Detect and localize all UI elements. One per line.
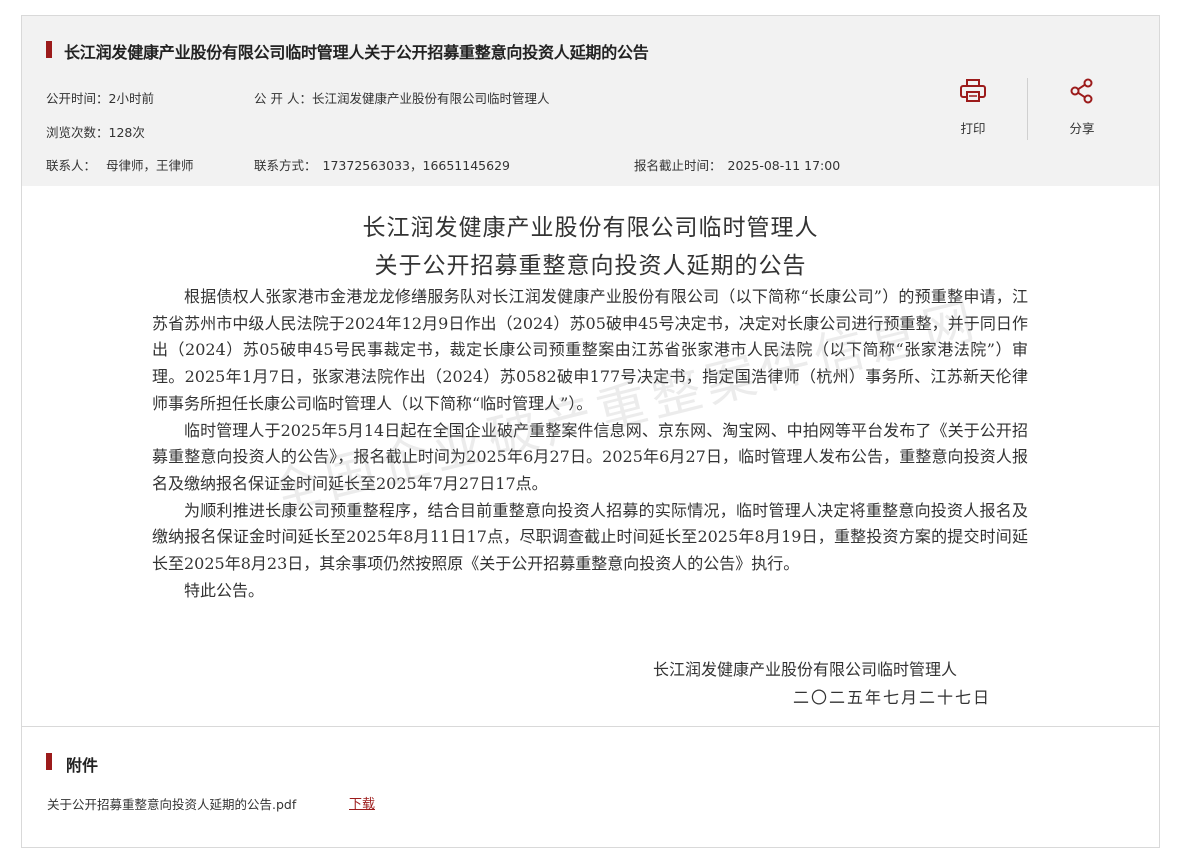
- title-accent-bar: [46, 41, 52, 58]
- attachment-accent-bar: [46, 753, 52, 770]
- publish-time-value: 2小时前: [108, 91, 154, 106]
- document-paragraph: 临时管理人于2025年5月14日起在全国企业破产重整案件信息网、京东网、淘宝网、…: [152, 420, 1028, 493]
- share-icon: [1070, 78, 1093, 104]
- print-button[interactable]: 打印: [943, 78, 1003, 137]
- contact-person-label: 联系人：: [46, 158, 97, 173]
- print-label: 打印: [960, 121, 986, 136]
- document-paragraph: 根据债权人张家港市金港龙龙修缮服务队对长江润发健康产业股份有限公司（以下简称“长…: [152, 287, 1028, 413]
- section-divider: [22, 726, 1159, 727]
- document-date: 二〇二五年七月二十七日: [793, 688, 992, 707]
- registration-deadline-value: 2025-08-11 17:00: [727, 158, 841, 173]
- publisher: 公 开 人：长江润发健康产业股份有限公司临时管理人: [254, 88, 549, 107]
- document-paragraph: 特此公告。: [184, 580, 265, 600]
- share-button[interactable]: 分享: [1052, 78, 1112, 137]
- announcement-title: 长江润发健康产业股份有限公司临时管理人关于公开招募重整意向投资人延期的公告: [64, 43, 649, 62]
- registration-deadline: 报名截止时间： 2025-08-11 17:00: [634, 155, 840, 174]
- registration-deadline-label: 报名截止时间：: [634, 158, 722, 173]
- announcement-header: 长江润发健康产业股份有限公司临时管理人关于公开招募重整意向投资人延期的公告 公开…: [22, 16, 1159, 186]
- attachment-section-title: 附件: [66, 756, 99, 775]
- publish-time-label: 公开时间：: [46, 91, 109, 106]
- view-count-label: 浏览次数：: [46, 125, 109, 140]
- contact-person: 联系人： 母律师，王律师: [46, 155, 194, 174]
- share-label: 分享: [1069, 121, 1095, 136]
- attachment-download-link[interactable]: 下载: [349, 793, 375, 812]
- attachment-file-name: 关于公开招募重整意向投资人延期的公告.pdf: [47, 797, 297, 812]
- document-paragraph: 为顺利推进长康公司预重整程序，结合目前重整意向投资人招募的实际情况，临时管理人决…: [152, 500, 1028, 574]
- publisher-label: 公 开 人：: [254, 91, 312, 106]
- printer-icon: [960, 79, 986, 102]
- view-count: 浏览次数：128次: [46, 122, 145, 141]
- contact-phone-label: 联系方式：: [254, 158, 317, 173]
- announcement-card: 长江润发健康产业股份有限公司临时管理人关于公开招募重整意向投资人延期的公告 公开…: [21, 15, 1160, 848]
- contact-phone: 联系方式： 17372563033，16651145629: [254, 155, 510, 174]
- document-title-line1: 长江润发健康产业股份有限公司临时管理人: [362, 215, 819, 241]
- document-signature: 长江润发健康产业股份有限公司临时管理人: [653, 660, 958, 679]
- document-body: 根据债权人张家港市金港龙龙修缮服务队对长江润发健康产业股份有限公司（以下简称“长…: [152, 284, 1028, 604]
- view-count-value: 128次: [108, 125, 145, 140]
- contact-phone-value: 17372563033，16651145629: [322, 158, 510, 173]
- contact-person-value: 母律师，王律师: [106, 158, 194, 173]
- publish-time: 公开时间：2小时前: [46, 88, 154, 107]
- publisher-value: 长江润发健康产业股份有限公司临时管理人: [311, 91, 550, 106]
- actions-divider: [1027, 78, 1028, 140]
- document-title-line2: 关于公开招募重整意向投资人延期的公告: [374, 253, 807, 279]
